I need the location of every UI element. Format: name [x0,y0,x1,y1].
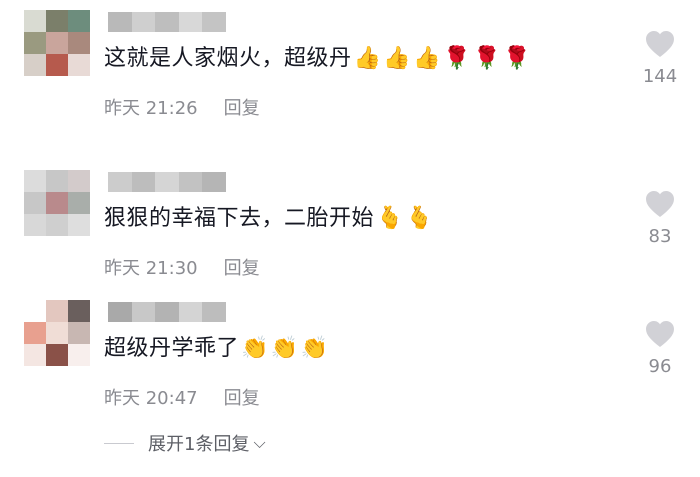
emoji-finger-heart-icon: 🫰 [376,206,404,231]
comment-text: 狠狠的幸福下去，二胎开始 [104,206,375,231]
comment-time: 昨天 21:26 [104,98,198,119]
comment-text-row: 狠狠的幸福下去，二胎开始🫰🫰 [104,204,434,234]
comment-text-row: 超级丹学乖了👏👏👏 [104,334,329,364]
comment-text: 超级丹学乖了 [104,336,240,361]
reply-button[interactable]: 回复 [224,258,260,279]
comment-meta: 昨天 21:26 回复 [104,94,260,120]
emoji-clap-icon: 👏 [241,336,269,361]
like-count: 83 [648,226,672,247]
heart-icon[interactable] [645,190,675,218]
emoji-clap-icon: 👏 [270,336,299,361]
comment-meta: 昨天 20:47 回复 [104,384,260,410]
like-button[interactable]: 83 [636,190,684,247]
divider-line [104,442,134,444]
comment-time: 昨天 21:30 [104,258,198,279]
emoji-thumbs-up-icon: 👍 [383,46,412,71]
avatar[interactable] [24,170,90,236]
avatar[interactable] [24,300,90,366]
expand-replies-label: 展开1条回复 [148,434,250,455]
like-button[interactable]: 144 [636,30,684,87]
emoji-thumbs-up-icon: 👍 [353,46,382,71]
comment-text: 这就是人家烟火，超级丹 [104,46,352,71]
like-button[interactable]: 96 [636,320,684,377]
heart-icon[interactable] [645,30,675,58]
heart-icon[interactable] [645,320,675,348]
emoji-rose-icon: 🌹 [503,46,531,71]
username-blurred[interactable] [108,172,226,192]
reply-button[interactable]: 回复 [224,388,260,409]
emoji-rose-icon: 🌹 [443,46,472,71]
username-blurred[interactable] [108,302,226,322]
expand-replies-button[interactable]: 展开1条回复 ⌵ [104,430,266,456]
emoji-clap-icon: 👏 [300,336,329,361]
chevron-down-icon: ⌵ [253,433,266,452]
comment-item: 狠狠的幸福下去，二胎开始🫰🫰 昨天 21:30 回复 83 [0,160,700,300]
like-count: 96 [648,356,672,377]
emoji-rose-icon: 🌹 [473,46,502,71]
comment-item: 这就是人家烟火，超级丹👍👍👍🌹🌹🌹 昨天 21:26 回复 144 [0,0,700,140]
emoji-thumbs-up-icon: 👍 [413,46,442,71]
like-count: 144 [642,66,678,87]
emoji-finger-heart-icon: 🫰 [405,206,434,231]
reply-button[interactable]: 回复 [224,98,260,119]
username-blurred[interactable] [108,12,226,32]
comment-item: 超级丹学乖了👏👏👏 昨天 20:47 回复 96 [0,290,700,430]
comment-text-row: 这就是人家烟火，超级丹👍👍👍🌹🌹🌹 [104,44,531,74]
comment-meta: 昨天 21:30 回复 [104,254,260,280]
avatar[interactable] [24,10,90,76]
comment-time: 昨天 20:47 [104,388,198,409]
